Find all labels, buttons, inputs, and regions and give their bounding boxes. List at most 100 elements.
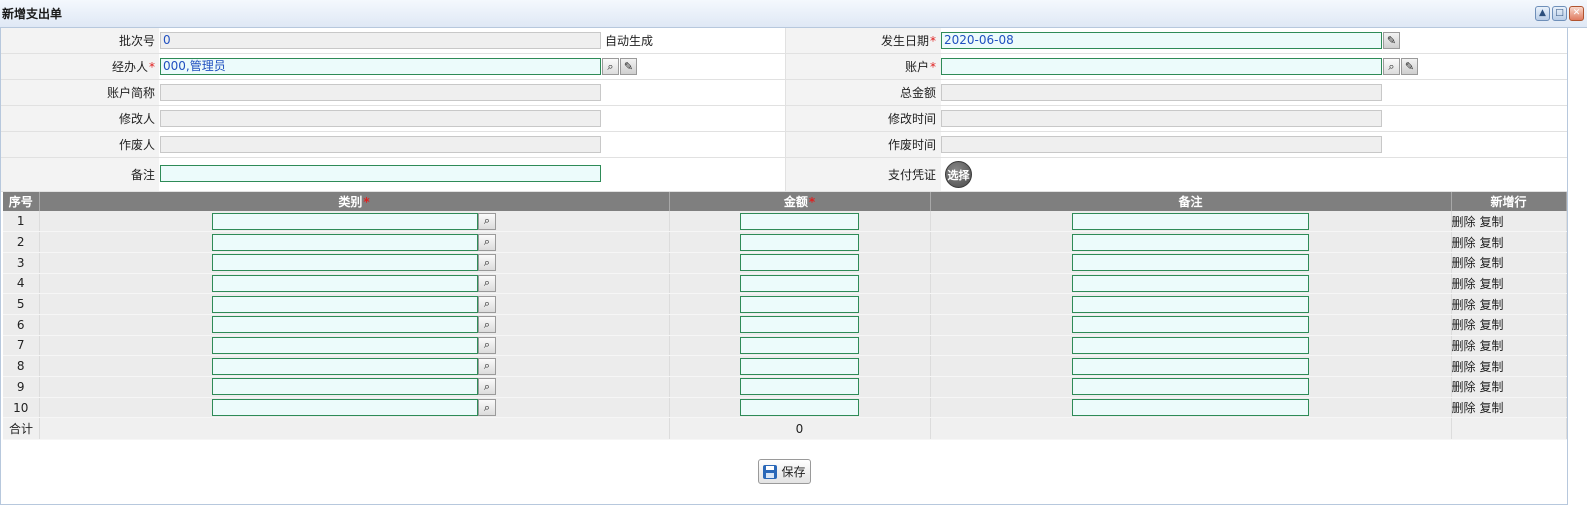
amount-input[interactable]: [740, 295, 859, 313]
voucher-select-button[interactable]: 选择: [945, 161, 972, 188]
row-delete-link[interactable]: 删除: [1452, 339, 1476, 353]
row-delete-link[interactable]: 删除: [1452, 318, 1476, 332]
amount-input[interactable]: [740, 378, 859, 396]
row-copy-link[interactable]: 复制: [1480, 236, 1504, 250]
row-index: 3: [3, 252, 40, 274]
category-input[interactable]: [212, 316, 478, 334]
row-remark-input[interactable]: [1072, 254, 1309, 272]
account-search-icon[interactable]: ⌕: [1383, 58, 1400, 75]
row-copy-link[interactable]: 复制: [1480, 360, 1504, 374]
row-remark-input[interactable]: [1072, 316, 1309, 334]
handler-pencil-icon[interactable]: ✎: [620, 58, 637, 75]
category-input[interactable]: [212, 212, 478, 230]
category-input[interactable]: [212, 254, 478, 272]
row-delete-link[interactable]: 删除: [1452, 277, 1476, 291]
row-delete-link[interactable]: 删除: [1452, 298, 1476, 312]
row-remark-input[interactable]: [1072, 357, 1309, 375]
row-remark-input[interactable]: [1072, 212, 1309, 230]
category-input[interactable]: [212, 357, 478, 375]
account-field[interactable]: [941, 58, 1382, 75]
category-search-icon[interactable]: ⌕: [478, 336, 496, 354]
row-copy-link[interactable]: 复制: [1480, 215, 1504, 229]
account-short-label: 账户简称: [106, 86, 155, 100]
grid-header-index: 序号: [3, 192, 40, 211]
row-delete-link[interactable]: 删除: [1452, 215, 1476, 229]
row-copy-link[interactable]: 复制: [1480, 380, 1504, 394]
category-input[interactable]: [212, 295, 478, 313]
date-field[interactable]: 2020-06-08: [941, 32, 1382, 49]
row-remark-input[interactable]: [1072, 378, 1309, 396]
row-remark-input[interactable]: [1072, 233, 1309, 251]
category-search-icon[interactable]: ⌕: [478, 378, 496, 396]
handler-field[interactable]: 000,管理员: [160, 58, 601, 75]
date-pencil-icon[interactable]: ✎: [1383, 32, 1400, 49]
category-input[interactable]: [212, 336, 478, 354]
category-search-icon[interactable]: ⌕: [478, 254, 496, 272]
amount-input[interactable]: [740, 274, 859, 292]
floppy-disk-icon: [763, 464, 778, 479]
amount-input[interactable]: [740, 254, 859, 272]
modify-time-field: [941, 110, 1382, 127]
account-pencil-icon[interactable]: ✎: [1401, 58, 1418, 75]
table-row: 5 ⌕ 删除 复制: [3, 293, 1567, 315]
amount-input[interactable]: [740, 357, 859, 375]
amount-input[interactable]: [740, 233, 859, 251]
amount-input[interactable]: [740, 399, 859, 417]
modifier-label: 修改人: [118, 112, 155, 126]
row-delete-link[interactable]: 删除: [1452, 380, 1476, 394]
row-delete-link[interactable]: 删除: [1452, 360, 1476, 374]
category-input[interactable]: [212, 399, 478, 417]
row-remark-input[interactable]: [1072, 274, 1309, 292]
account-short-field: [160, 84, 601, 101]
row-remark-input[interactable]: [1072, 295, 1309, 313]
category-search-icon[interactable]: ⌕: [478, 295, 496, 313]
modify-time-label: 修改时间: [887, 112, 936, 126]
category-search-icon[interactable]: ⌕: [478, 233, 496, 251]
maximize-icon[interactable]: □: [1552, 6, 1567, 21]
minimize-icon[interactable]: ▲: [1535, 6, 1550, 21]
row-delete-link[interactable]: 删除: [1452, 236, 1476, 250]
category-search-icon[interactable]: ⌕: [478, 316, 496, 334]
category-search-icon[interactable]: ⌕: [478, 399, 496, 417]
row-index: 6: [3, 314, 40, 336]
row-copy-link[interactable]: 复制: [1480, 256, 1504, 270]
category-input[interactable]: [212, 378, 478, 396]
category-input[interactable]: [212, 274, 478, 292]
category-search-icon[interactable]: ⌕: [478, 357, 496, 375]
form-panel: 批次号 0 自动生成 发生日期 * 2020-06-08 ✎ 经办人 * 000,管…: [0, 28, 1568, 505]
table-row: 8 ⌕ 删除 复制: [3, 355, 1567, 377]
row-copy-link[interactable]: 复制: [1480, 318, 1504, 332]
date-label: 发生日期 *: [880, 33, 936, 49]
amount-input[interactable]: [740, 316, 859, 334]
table-row: 7 ⌕ 删除 复制: [3, 335, 1567, 357]
row-copy-link[interactable]: 复制: [1480, 401, 1504, 415]
row-copy-link[interactable]: 复制: [1480, 298, 1504, 312]
row-copy-link[interactable]: 复制: [1480, 277, 1504, 291]
grid-header-add-row[interactable]: 新增行: [1451, 192, 1567, 211]
row-remark-input[interactable]: [1072, 399, 1309, 417]
handler-search-icon[interactable]: ⌕: [602, 58, 619, 75]
grid-header-row: 序号 类别* 金额* 备注 新增行: [3, 192, 1567, 211]
summary-label: 合计: [3, 417, 40, 441]
void-time-label: 作废时间: [887, 138, 936, 152]
amount-input[interactable]: [740, 336, 859, 354]
remark-field[interactable]: [160, 165, 601, 182]
close-icon[interactable]: ✕: [1569, 6, 1584, 21]
summary-amount: 0: [669, 417, 931, 441]
row-delete-link[interactable]: 删除: [1452, 401, 1476, 415]
category-input[interactable]: [212, 233, 478, 251]
row-index: 8: [3, 355, 40, 377]
category-search-icon[interactable]: ⌕: [478, 274, 496, 292]
row-delete-link[interactable]: 删除: [1452, 256, 1476, 270]
row-index: 5: [3, 293, 40, 315]
form-row-handler: 经办人 * 000,管理员 ⌕ ✎ 账户 * ⌕ ✎: [1, 54, 1567, 80]
form-row-voider: 作废人 作废时间: [1, 132, 1567, 158]
category-search-icon[interactable]: ⌕: [478, 212, 496, 230]
save-button[interactable]: 保存: [758, 459, 811, 484]
table-row: 3 ⌕ 删除 复制: [3, 252, 1567, 274]
row-copy-link[interactable]: 复制: [1480, 339, 1504, 353]
amount-input[interactable]: [740, 212, 859, 230]
handler-label: 经办人 *: [111, 59, 155, 75]
row-remark-input[interactable]: [1072, 336, 1309, 354]
table-row: 9 ⌕ 删除 复制: [3, 376, 1567, 398]
